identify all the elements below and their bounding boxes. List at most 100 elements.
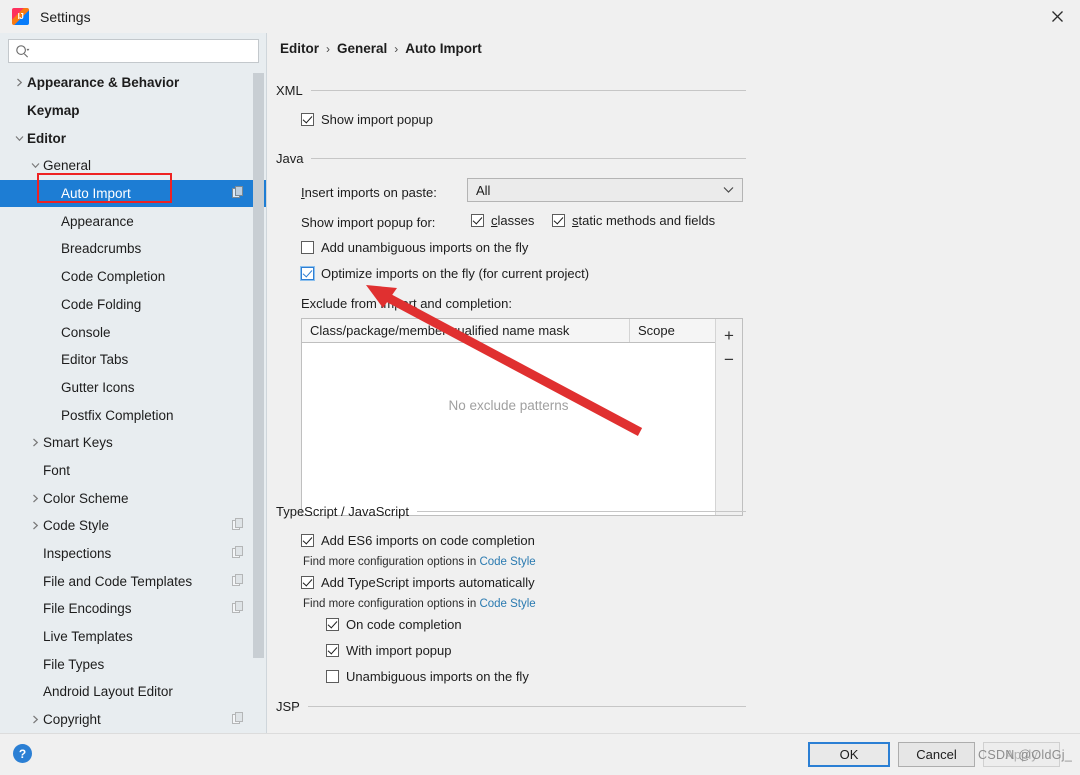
sidebar-item-breadcrumbs[interactable]: Breadcrumbs <box>0 235 266 263</box>
sidebar-item-appearance-behavior[interactable]: Appearance & Behavior <box>0 69 266 97</box>
on-code-completion-row[interactable]: On code completion <box>326 617 462 632</box>
exclude-table-col-scope[interactable]: Scope <box>630 319 715 342</box>
insert-imports-on-paste-label-text: nsert imports on paste: <box>305 185 437 200</box>
sidebar-scrollbar-thumb[interactable] <box>253 73 264 658</box>
on-code-completion-label: On code completion <box>346 617 462 632</box>
sidebar-item-label: Gutter Icons <box>61 380 135 395</box>
search-input[interactable] <box>35 41 235 61</box>
sidebar-item-label: Appearance & Behavior <box>27 75 179 90</box>
on-code-completion-checkbox[interactable] <box>326 618 339 631</box>
show-popup-static-methods-checkbox[interactable] <box>552 214 565 227</box>
search-box[interactable] <box>8 39 259 63</box>
project-scope-copy-icon <box>232 574 244 589</box>
sidebar-item-copyright[interactable]: Copyright <box>0 706 266 733</box>
insert-imports-on-paste-label: Insert imports on paste: <box>301 185 437 200</box>
sidebar-item-file-encodings[interactable]: File Encodings <box>0 595 266 623</box>
sidebar-item-font[interactable]: Font <box>0 457 266 485</box>
exclude-table-empty-message: No exclude patterns <box>302 398 715 413</box>
sidebar-item-gutter-icons[interactable]: Gutter Icons <box>0 374 266 402</box>
sidebar-item-keymap[interactable]: Keymap <box>0 97 266 125</box>
show-popup-classes-row[interactable]: classes <box>471 213 534 228</box>
sidebar-item-console[interactable]: Console <box>0 318 266 346</box>
with-import-popup-row[interactable]: With import popup <box>326 643 452 658</box>
insert-imports-on-paste-select[interactable]: All <box>467 178 743 202</box>
sidebar-item-editor[interactable]: Editor <box>0 124 266 152</box>
show-popup-classes-label: classes <box>491 213 534 228</box>
cancel-button[interactable]: Cancel <box>898 742 975 767</box>
exclude-table-body[interactable]: No exclude patterns <box>302 343 715 493</box>
sidebar-item-label: Inspections <box>43 546 111 561</box>
add-typescript-imports-row[interactable]: Add TypeScript imports automatically <box>301 575 535 590</box>
settings-sidebar: Appearance & Behavior Keymap EditorGeneral… <box>0 33 267 733</box>
typescript-hint-prefix: Find more configuration options in <box>303 598 479 610</box>
sidebar-item-code-completion[interactable]: Code Completion <box>0 263 266 291</box>
sidebar-item-file-types[interactable]: File Types <box>0 650 266 678</box>
chevron-down-icon[interactable] <box>12 134 27 143</box>
show-popup-classes-checkbox[interactable] <box>471 214 484 227</box>
sidebar-item-label: Color Scheme <box>43 491 129 506</box>
with-import-popup-label: With import popup <box>346 643 452 658</box>
sidebar-item-code-style[interactable]: Code Style <box>0 512 266 540</box>
exclude-from-import-label: Exclude from import and completion: <box>301 296 512 311</box>
sidebar-item-general[interactable]: General <box>0 152 266 180</box>
typescript-hint-text: Find more configuration options in Code … <box>303 598 536 610</box>
sidebar-item-code-folding[interactable]: Code Folding <box>0 291 266 319</box>
sidebar-item-android-layout-editor[interactable]: Android Layout Editor <box>0 678 266 706</box>
optimize-imports-row[interactable]: Optimize imports on the fly (for current… <box>301 266 589 281</box>
sidebar-item-color-scheme[interactable]: Color Scheme <box>0 484 266 512</box>
sidebar-item-editor-tabs[interactable]: Editor Tabs <box>0 346 266 374</box>
add-es6-imports-checkbox[interactable] <box>301 534 314 547</box>
chevron-down-icon[interactable] <box>28 161 43 170</box>
add-exclude-pattern-button[interactable]: + <box>717 323 741 347</box>
sidebar-item-label: Copyright <box>43 712 101 727</box>
chevron-right-icon[interactable] <box>28 438 43 447</box>
chevron-right-icon[interactable] <box>28 521 43 530</box>
optimize-imports-checkbox[interactable] <box>301 267 314 280</box>
with-import-popup-checkbox[interactable] <box>326 644 339 657</box>
help-icon[interactable]: ? <box>13 744 32 763</box>
es6-hint-code-style-link[interactable]: Code Style <box>479 556 535 568</box>
unambiguous-imports-on-fly-checkbox[interactable] <box>326 670 339 683</box>
settings-tree[interactable]: Appearance & Behavior Keymap EditorGeneral… <box>0 69 266 733</box>
section-divider <box>311 90 746 91</box>
chevron-right-icon[interactable] <box>28 715 43 724</box>
show-popup-static-methods-row[interactable]: static methods and fields <box>552 213 715 228</box>
ok-button[interactable]: OK <box>808 742 890 767</box>
add-es6-imports-row[interactable]: Add ES6 imports on code completion <box>301 533 535 548</box>
sidebar-item-live-templates[interactable]: Live Templates <box>0 623 266 651</box>
exclude-table-main: Class/package/member qualified name mask… <box>302 319 715 515</box>
optimize-imports-label: Optimize imports on the fly (for current… <box>321 266 589 281</box>
close-window-button[interactable] <box>1034 0 1080 33</box>
show-import-popup-for-label: Show import popup for: <box>301 215 435 230</box>
title-bar: Settings <box>0 0 1080 33</box>
chevron-down-icon <box>723 187 734 194</box>
chevron-right-icon[interactable] <box>12 78 27 87</box>
section-title-jsp: JSP <box>276 699 300 714</box>
sidebar-item-label: Keymap <box>27 103 80 118</box>
project-scope-copy-icon <box>232 186 244 201</box>
exclude-table-col-name[interactable]: Class/package/member qualified name mask <box>302 319 630 342</box>
project-scope-copy-icon <box>232 712 244 727</box>
section-title-xml: XML <box>276 83 303 98</box>
add-typescript-imports-checkbox[interactable] <box>301 576 314 589</box>
unambiguous-imports-on-fly-row[interactable]: Unambiguous imports on the fly <box>326 669 529 684</box>
sidebar-item-auto-import[interactable]: Auto Import <box>0 180 266 208</box>
sidebar-item-file-and-code-templates[interactable]: File and Code Templates <box>0 567 266 595</box>
sidebar-item-inspections[interactable]: Inspections <box>0 540 266 568</box>
chevron-right-icon[interactable] <box>28 494 43 503</box>
sidebar-item-smart-keys[interactable]: Smart Keys <box>0 429 266 457</box>
typescript-hint-code-style-link[interactable]: Code Style <box>479 598 535 610</box>
sidebar-item-appearance[interactable]: Appearance <box>0 207 266 235</box>
remove-exclude-pattern-button[interactable]: − <box>717 347 741 371</box>
exclude-patterns-table[interactable]: Class/package/member qualified name mask… <box>301 318 743 516</box>
sidebar-item-postfix-completion[interactable]: Postfix Completion <box>0 401 266 429</box>
settings-form: XML Show import popup Java Insert import… <box>268 33 1080 733</box>
add-unambiguous-imports-checkbox[interactable] <box>301 241 314 254</box>
close-icon <box>1051 10 1064 23</box>
show-import-popup-xml-checkbox[interactable] <box>301 113 314 126</box>
sidebar-item-label: Breadcrumbs <box>61 241 141 256</box>
sidebar-item-label: Code Completion <box>61 269 165 284</box>
add-unambiguous-imports-row[interactable]: Add unambiguous imports on the fly <box>301 240 528 255</box>
sidebar-scrollbar[interactable] <box>253 73 264 701</box>
show-import-popup-xml-row[interactable]: Show import popup <box>301 112 433 127</box>
